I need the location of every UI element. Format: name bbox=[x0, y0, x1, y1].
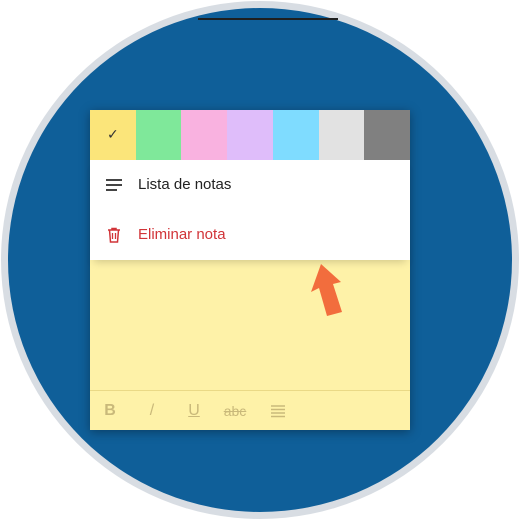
menu-item-label: Lista de notas bbox=[138, 176, 232, 193]
swatch-purple[interactable] bbox=[227, 110, 273, 160]
check-icon: ✓ bbox=[106, 127, 119, 143]
bold-button[interactable]: B bbox=[100, 391, 120, 431]
menu-item-notes-list[interactable]: Lista de notas bbox=[90, 160, 410, 210]
italic-button[interactable]: / bbox=[142, 391, 162, 431]
window-edge-line bbox=[198, 18, 338, 20]
swatch-gray[interactable] bbox=[318, 110, 365, 160]
strikethrough-button[interactable]: abc bbox=[220, 391, 250, 431]
swatch-charcoal[interactable] bbox=[364, 110, 411, 160]
sticky-note: ✓ Lista de notas Eliminar nota B / U abc bbox=[90, 110, 411, 431]
list-lines-icon bbox=[104, 175, 124, 195]
swatch-pink[interactable] bbox=[181, 110, 228, 160]
menu-item-label: Eliminar nota bbox=[138, 226, 226, 243]
note-menu: Lista de notas Eliminar nota bbox=[90, 160, 410, 260]
swatch-green[interactable] bbox=[135, 110, 182, 160]
color-picker: ✓ bbox=[90, 110, 411, 160]
underline-button[interactable]: U bbox=[184, 391, 204, 431]
pointer-arrow-icon bbox=[311, 264, 342, 316]
trash-icon bbox=[104, 225, 124, 245]
format-toolbar: B / U abc bbox=[90, 390, 410, 431]
bullet-list-icon[interactable] bbox=[266, 391, 290, 431]
swatch-yellow[interactable]: ✓ bbox=[90, 110, 136, 160]
swatch-blue[interactable] bbox=[272, 110, 319, 160]
menu-item-delete-note[interactable]: Eliminar nota bbox=[90, 210, 410, 260]
